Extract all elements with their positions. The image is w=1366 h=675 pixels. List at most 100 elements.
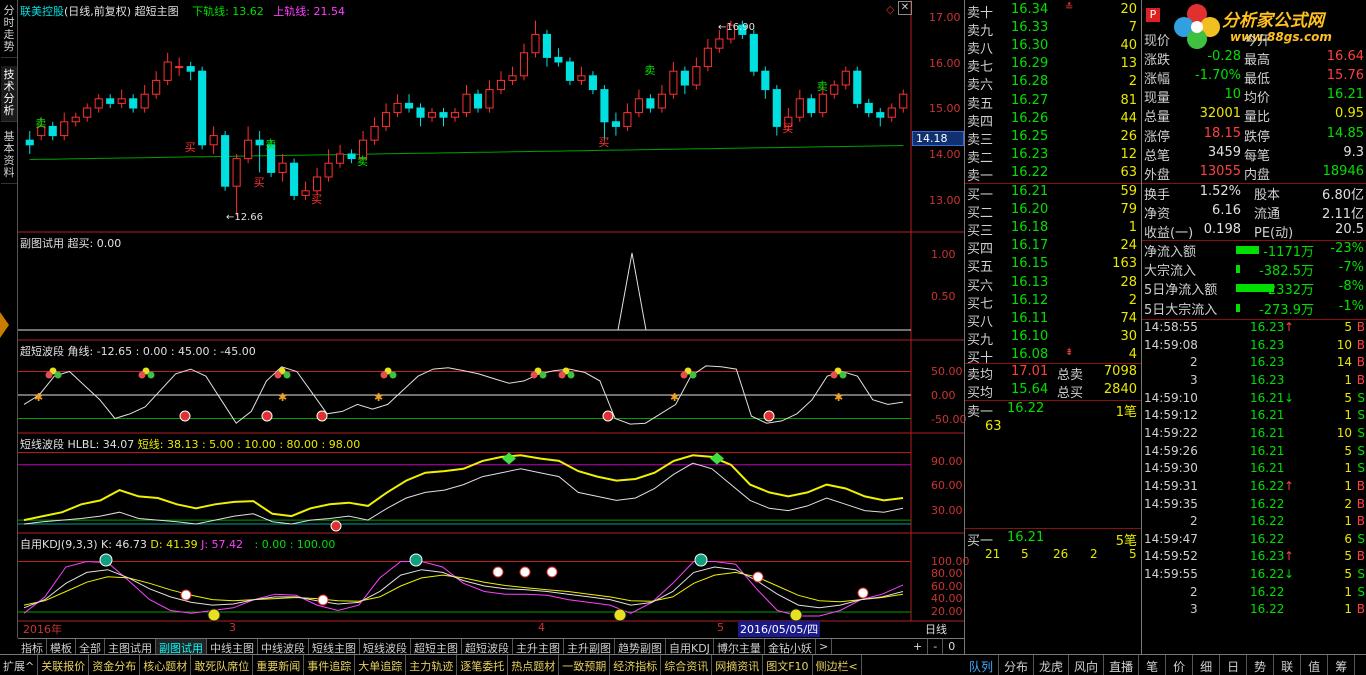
stat-value: 6.80亿: [1322, 188, 1364, 203]
candle-body: [290, 162, 299, 196]
right-tab[interactable]: 筹: [1328, 655, 1356, 675]
order-row[interactable]: 买四 16.17 24: [965, 238, 1141, 257]
status-bar-item[interactable]: 一致预期: [559, 655, 611, 675]
right-tab[interactable]: 值: [1301, 655, 1329, 675]
order-row[interactable]: 卖四 16.26 44: [965, 111, 1141, 130]
right-tab[interactable]: 队列: [964, 655, 1000, 675]
right-tab[interactable]: 分布: [999, 655, 1035, 675]
sub4-name: 自用KDJ(9,3,3): [20, 538, 98, 551]
scroll-right-icon[interactable]: >: [816, 639, 833, 654]
order-row[interactable]: 卖一 16.22 63: [965, 165, 1141, 184]
diamond-icon[interactable]: ◇: [886, 3, 894, 16]
status-bar-item[interactable]: 关联报价: [38, 655, 90, 675]
sell1-queue-row[interactable]: 卖一 16.22 1笔: [965, 401, 1141, 420]
period-label[interactable]: 日线: [925, 621, 947, 637]
stat-label: 换手: [1144, 188, 1171, 203]
reset-zoom-button[interactable]: 0: [943, 639, 960, 654]
order-row[interactable]: 卖五 16.27 81: [965, 93, 1141, 112]
status-bar-item[interactable]: 网摘资讯: [712, 655, 764, 675]
expand-arrow-icon[interactable]: [0, 312, 9, 338]
status-bar-item[interactable]: 侧边栏<: [813, 655, 862, 675]
order-row[interactable]: 买九 16.10 30: [965, 329, 1141, 348]
tab-intraday[interactable]: 分时走势: [1, 2, 17, 58]
zoom-out-icon[interactable]: -: [928, 639, 944, 654]
indicator-tab[interactable]: 自用KDJ: [666, 639, 714, 655]
order-row[interactable]: 卖二 16.23 12: [965, 147, 1141, 166]
order-row[interactable]: 卖六 16.28 2: [965, 74, 1141, 93]
status-bar-item[interactable]: 热点题材: [508, 655, 560, 675]
order-volume: 2: [1128, 74, 1137, 90]
indicator-tab[interactable]: 模板: [47, 639, 76, 655]
order-row[interactable]: 买八 16.11 74: [965, 311, 1141, 330]
right-tab[interactable]: 笔: [1139, 655, 1167, 675]
tick-side: B: [1356, 337, 1365, 352]
status-bar-item[interactable]: 重要新闻: [253, 655, 305, 675]
status-bar-item[interactable]: 核心题材: [140, 655, 192, 675]
right-tab[interactable]: 日: [1220, 655, 1248, 675]
status-bar-item[interactable]: 资金分布: [89, 655, 141, 675]
signal-dot-icon: [530, 371, 538, 379]
indicator-tab[interactable]: 短线波段: [360, 639, 411, 655]
status-bar-item[interactable]: 经济指标: [610, 655, 662, 675]
zoom-in-icon[interactable]: +: [908, 639, 929, 654]
indicator-tab[interactable]: 指标: [18, 639, 47, 655]
indicator-tab[interactable]: 主升副图: [564, 639, 615, 655]
candle-body: [198, 70, 207, 146]
status-bar-item[interactable]: 综合资讯: [661, 655, 713, 675]
status-bar-item[interactable]: 主力轨迹: [406, 655, 458, 675]
order-row[interactable]: 买六 16.13 28: [965, 275, 1141, 294]
tab-fundamentals[interactable]: 基本资料: [1, 128, 17, 184]
order-row[interactable]: 卖三 16.25 26: [965, 129, 1141, 148]
indicator-tab[interactable]: 超短主图: [411, 639, 462, 655]
sub1-axis-label: 0.50: [931, 290, 956, 303]
order-row[interactable]: 买三 16.18 1: [965, 220, 1141, 239]
tab-technical[interactable]: 技术分析: [1, 66, 17, 122]
right-tab[interactable]: 势: [1247, 655, 1275, 675]
flow-label: 5日大宗流入: [1144, 302, 1218, 318]
right-tab[interactable]: 细: [1193, 655, 1221, 675]
status-bar-item[interactable]: 逐笔委托: [457, 655, 509, 675]
indicator-tab[interactable]: 主图试用: [105, 639, 156, 655]
indicator-tab[interactable]: 趋势副图: [615, 639, 666, 655]
order-row[interactable]: 卖九 16.33 7: [965, 20, 1141, 39]
right-tab[interactable]: 风向: [1069, 655, 1105, 675]
right-tab[interactable]: 联: [1274, 655, 1302, 675]
p-icon[interactable]: P: [1146, 8, 1160, 22]
indicator-tab[interactable]: 中线波段: [258, 639, 309, 655]
sell-ball-icon: [602, 410, 614, 422]
indicator-tab[interactable]: 全部: [76, 639, 105, 655]
right-tab[interactable]: 直播: [1104, 655, 1140, 675]
order-row[interactable]: 卖七 16.29 13: [965, 56, 1141, 75]
indicator-tab[interactable]: 博尔主量: [714, 639, 765, 655]
chart-area[interactable]: 卖买卖买买卖买卖买卖 ✱ ✱ ✱ ✱ ✱ 联美控股(日线,前复权) 超短主图 下轨线: 1…: [18, 0, 970, 638]
order-volume: 163: [1112, 256, 1137, 272]
order-row[interactable]: 买一 16.21 59: [965, 184, 1141, 203]
indicator-tab[interactable]: 主升主图: [513, 639, 564, 655]
sell-signal: 卖: [265, 138, 276, 151]
indicator-tab[interactable]: 副图试用: [156, 639, 207, 655]
tick-price: 16.23: [1250, 337, 1285, 352]
kdj-cross-icon: [519, 566, 531, 578]
status-bar-item[interactable]: 扩展^: [0, 655, 39, 675]
order-row[interactable]: 买七 16.12 2: [965, 293, 1141, 312]
right-tab[interactable]: 龙虎: [1034, 655, 1070, 675]
order-row[interactable]: 卖八 16.30 40: [965, 38, 1141, 57]
indicator-tab[interactable]: 中线主图: [207, 639, 258, 655]
close-icon[interactable]: ✕: [898, 1, 912, 15]
indicator-tab[interactable]: 超短波段: [462, 639, 513, 655]
flow-value: -382.5万: [1259, 264, 1314, 280]
tick-time: 14:59:10: [1144, 390, 1198, 405]
stat-label: 现量: [1144, 91, 1171, 107]
status-bar-item[interactable]: 图文F10: [763, 655, 813, 675]
order-row[interactable]: 买二 16.20 79: [965, 202, 1141, 221]
right-tab[interactable]: 价: [1166, 655, 1194, 675]
status-bar-item[interactable]: 大单追踪: [355, 655, 407, 675]
indicator-tab[interactable]: 金钻小妖: [765, 639, 816, 655]
buy1-queue-row[interactable]: 买一 16.21 5笔: [965, 530, 1141, 549]
indicator-tab[interactable]: 短线主图: [309, 639, 360, 655]
avg-label: 卖均: [967, 368, 994, 383]
order-row[interactable]: 卖十 16.34 20 ≛: [965, 2, 1141, 21]
status-bar-item[interactable]: 事件追踪: [304, 655, 356, 675]
status-bar-item[interactable]: 敢死队席位: [191, 655, 254, 675]
order-row[interactable]: 买五 16.15 163: [965, 256, 1141, 275]
